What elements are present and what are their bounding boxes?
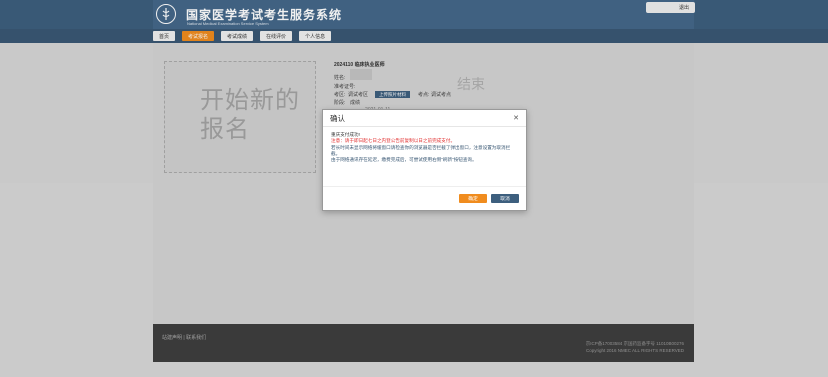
dialog-divider — [323, 186, 526, 187]
dialog-line-refresh: 由于网络通讯存在延迟，缴费完成后，可尝试使用右侧"刷新"按钮查询。 — [331, 157, 477, 163]
dialog-body: 重庆支付成功! 注意：请于即日起七日之内登公告前复制以日之前完成支付。 若长时间… — [323, 127, 526, 168]
confirm-dialog: 确认 ✕ 重庆支付成功! 注意：请于即日起七日之内登公告前复制以日之前完成支付。… — [322, 109, 527, 211]
dialog-footer: 确定 取消 — [323, 194, 526, 203]
dialog-header: 确认 ✕ — [323, 110, 526, 127]
close-icon[interactable]: ✕ — [513, 114, 519, 122]
ok-button[interactable]: 确定 — [459, 194, 487, 203]
dialog-line-popup: 若长时间未显示网络将缓窗口请检查你的浏览器是否拦截了弹出窗口，注意设置为取消拦截… — [331, 144, 511, 156]
cancel-button[interactable]: 取消 — [491, 194, 519, 203]
dialog-title: 确认 — [330, 113, 345, 123]
